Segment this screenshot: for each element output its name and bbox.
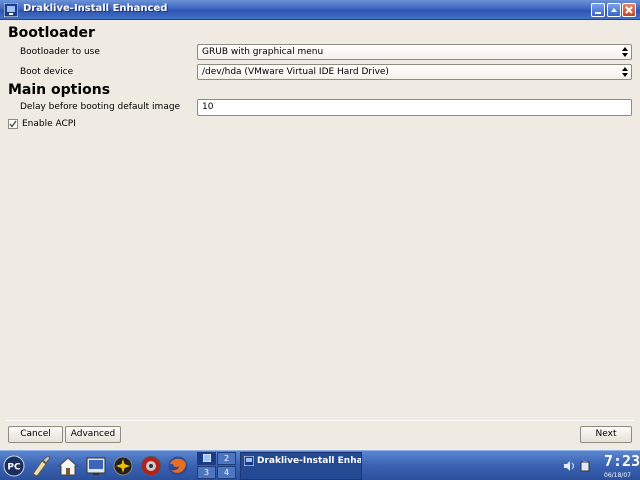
workspace-1[interactable] — [197, 452, 216, 465]
broom-icon[interactable] — [30, 455, 52, 477]
enable-acpi-checkbox[interactable] — [8, 119, 18, 129]
maximize-icon — [611, 8, 617, 12]
taskbar-task-draklive[interactable]: Draklive-Install Enha — [240, 452, 362, 480]
delay-input-value: 10 — [202, 102, 214, 112]
taskbar-date: 06/18/07 — [604, 472, 631, 479]
bootloader-label: Bootloader to use — [20, 47, 100, 57]
checkmark-icon — [9, 120, 17, 128]
close-icon — [625, 6, 633, 14]
advanced-button[interactable]: Advanced — [65, 426, 121, 443]
updown-arrows-icon — [622, 67, 628, 77]
home-icon[interactable] — [57, 455, 79, 477]
delay-label: Delay before booting default image — [20, 102, 181, 112]
workspace-2[interactable]: 2 — [217, 452, 236, 465]
delay-input[interactable]: 10 — [197, 99, 632, 116]
updown-arrows-icon — [622, 47, 628, 57]
enable-acpi-label[interactable]: Enable ACPI — [22, 119, 76, 129]
app-icon — [4, 3, 18, 17]
firefox-icon[interactable] — [167, 455, 189, 477]
workspace-pager[interactable]: 2 3 4 — [197, 452, 237, 480]
control-center-icon[interactable] — [85, 455, 107, 477]
button-separator — [6, 420, 634, 421]
window-thumbnail-icon — [202, 453, 211, 463]
taskbar-clock[interactable]: 7:23 — [604, 452, 640, 470]
window-titlebar[interactable]: Draklive-Install Enhanced — [0, 0, 640, 20]
minimize-button[interactable] — [591, 3, 605, 17]
window-title: Draklive-Install Enhanced — [23, 3, 168, 14]
bootloader-heading: Bootloader — [8, 25, 95, 41]
minimize-icon — [595, 12, 601, 14]
pc-menu-icon[interactable]: PC — [3, 455, 25, 477]
next-button[interactable]: Next — [580, 426, 632, 443]
cd-player-icon[interactable] — [140, 455, 162, 477]
settings-gear-icon[interactable] — [112, 455, 134, 477]
app-icon — [244, 456, 254, 466]
clipboard-icon[interactable] — [579, 460, 591, 472]
volume-icon[interactable] — [563, 460, 575, 472]
maximize-button[interactable] — [607, 3, 621, 17]
cancel-button[interactable]: Cancel — [8, 426, 63, 443]
workspace-3[interactable]: 3 — [197, 466, 216, 479]
main-options-heading: Main options — [8, 82, 111, 98]
close-button[interactable] — [622, 3, 636, 17]
workspace-4[interactable]: 4 — [217, 466, 236, 479]
taskbar: PC 2 3 4 Draklive-Install Enha 7:23 06/1… — [0, 450, 640, 480]
bootloader-select[interactable]: GRUB with graphical menu — [197, 44, 632, 60]
pc-menu-label: PC — [7, 463, 21, 473]
taskbar-task-label: Draklive-Install Enha — [257, 456, 362, 466]
boot-device-select[interactable]: /dev/hda (VMware Virtual IDE Hard Drive) — [197, 64, 632, 80]
bootloader-select-value: GRUB with graphical menu — [202, 47, 324, 57]
boot-device-label: Boot device — [20, 67, 74, 77]
boot-device-select-value: /dev/hda (VMware Virtual IDE Hard Drive) — [202, 67, 389, 77]
